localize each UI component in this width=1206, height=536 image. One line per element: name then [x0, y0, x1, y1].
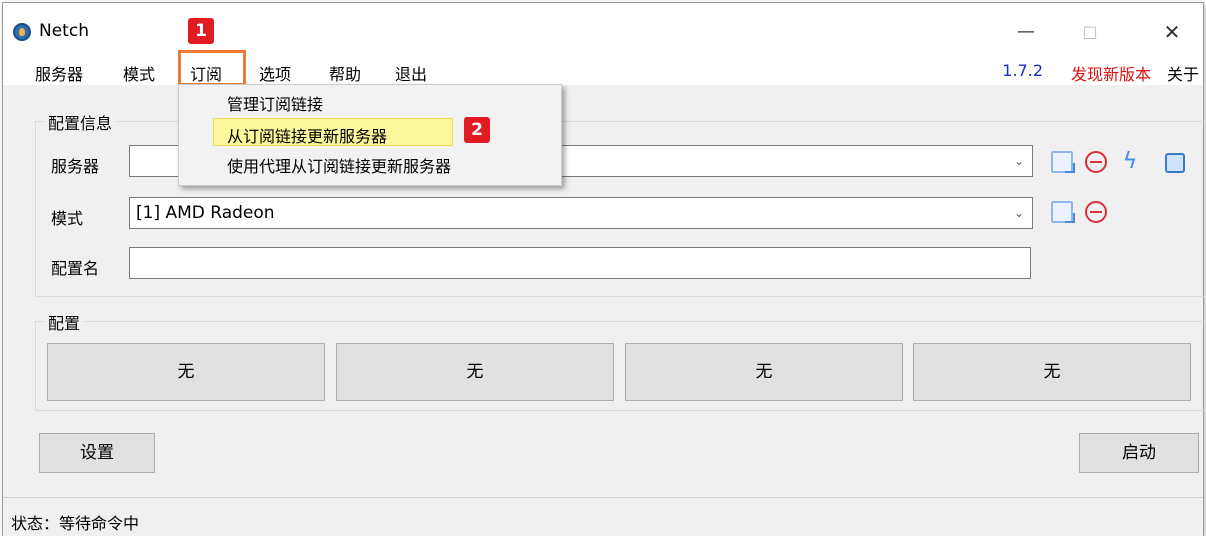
server-label: 服务器 [51, 157, 100, 176]
chevron-down-icon[interactable]: ⌄ [1014, 198, 1024, 228]
mode-label: 模式 [51, 209, 84, 228]
mode-combobox-value: [1] AMD Radeon [136, 203, 275, 223]
chevron-down-icon[interactable]: ⌄ [1014, 146, 1024, 176]
menu-mode[interactable]: 模式 [123, 61, 155, 85]
start-button[interactable]: 启动 [1079, 433, 1199, 473]
edit-server-icon[interactable] [1051, 151, 1075, 173]
profile-button-4[interactable]: 无 [913, 343, 1191, 401]
window-title: Netch [39, 21, 89, 41]
remove-mode-icon[interactable] [1085, 201, 1107, 223]
update-servers-via-proxy-item[interactable]: 使用代理从订阅链接更新服务器 [227, 153, 451, 177]
profile-name-input[interactable] [129, 247, 1031, 279]
app-icon [13, 23, 31, 41]
remove-server-icon[interactable] [1085, 151, 1107, 173]
menu-exit[interactable]: 退出 [395, 61, 427, 85]
title-bar: Netch — □ ✕ [3, 3, 1203, 47]
close-button[interactable]: ✕ [1147, 17, 1197, 47]
menu-help[interactable]: 帮助 [329, 61, 361, 85]
annotation-badge-2: 2 [464, 117, 490, 143]
minimize-button[interactable]: — [1001, 17, 1051, 47]
status-bar: 状态：等待命令中 [3, 497, 1203, 536]
menu-options[interactable]: 选项 [259, 61, 291, 85]
annotation-badge-1: 1 [188, 18, 214, 44]
mode-combobox[interactable]: [1] AMD Radeon ⌄ [129, 197, 1033, 229]
new-version-link[interactable]: 发现新版本 [1071, 61, 1151, 85]
profile-button-1[interactable]: 无 [47, 343, 325, 401]
subscription-dropdown-menu: 管理订阅链接 从订阅链接更新服务器 使用代理从订阅链接更新服务器 [178, 84, 562, 186]
menu-servers[interactable]: 服务器 [35, 61, 83, 85]
update-servers-from-subscription-item[interactable]: 从订阅链接更新服务器 [227, 123, 387, 147]
menu-about[interactable]: 关于 [1167, 61, 1199, 85]
subscription-highlight-box [178, 50, 246, 86]
edit-mode-icon[interactable] [1051, 201, 1075, 223]
manage-subscription-links-item[interactable]: 管理订阅链接 [227, 91, 323, 115]
settings-button[interactable]: 设置 [39, 433, 155, 473]
profile-name-label: 配置名 [51, 259, 100, 278]
maximize-button[interactable]: □ [1065, 17, 1115, 47]
status-text: 状态：等待命令中 [11, 514, 140, 533]
profile-button-2[interactable]: 无 [336, 343, 614, 401]
copy-server-icon[interactable] [1165, 153, 1185, 173]
speed-test-icon[interactable]: ϟ [1119, 151, 1141, 173]
profile-button-3[interactable]: 无 [625, 343, 903, 401]
profile-group-title: 配置 [44, 310, 85, 334]
config-info-title: 配置信息 [44, 110, 117, 134]
version-label: 1.7.2 [1002, 61, 1043, 80]
